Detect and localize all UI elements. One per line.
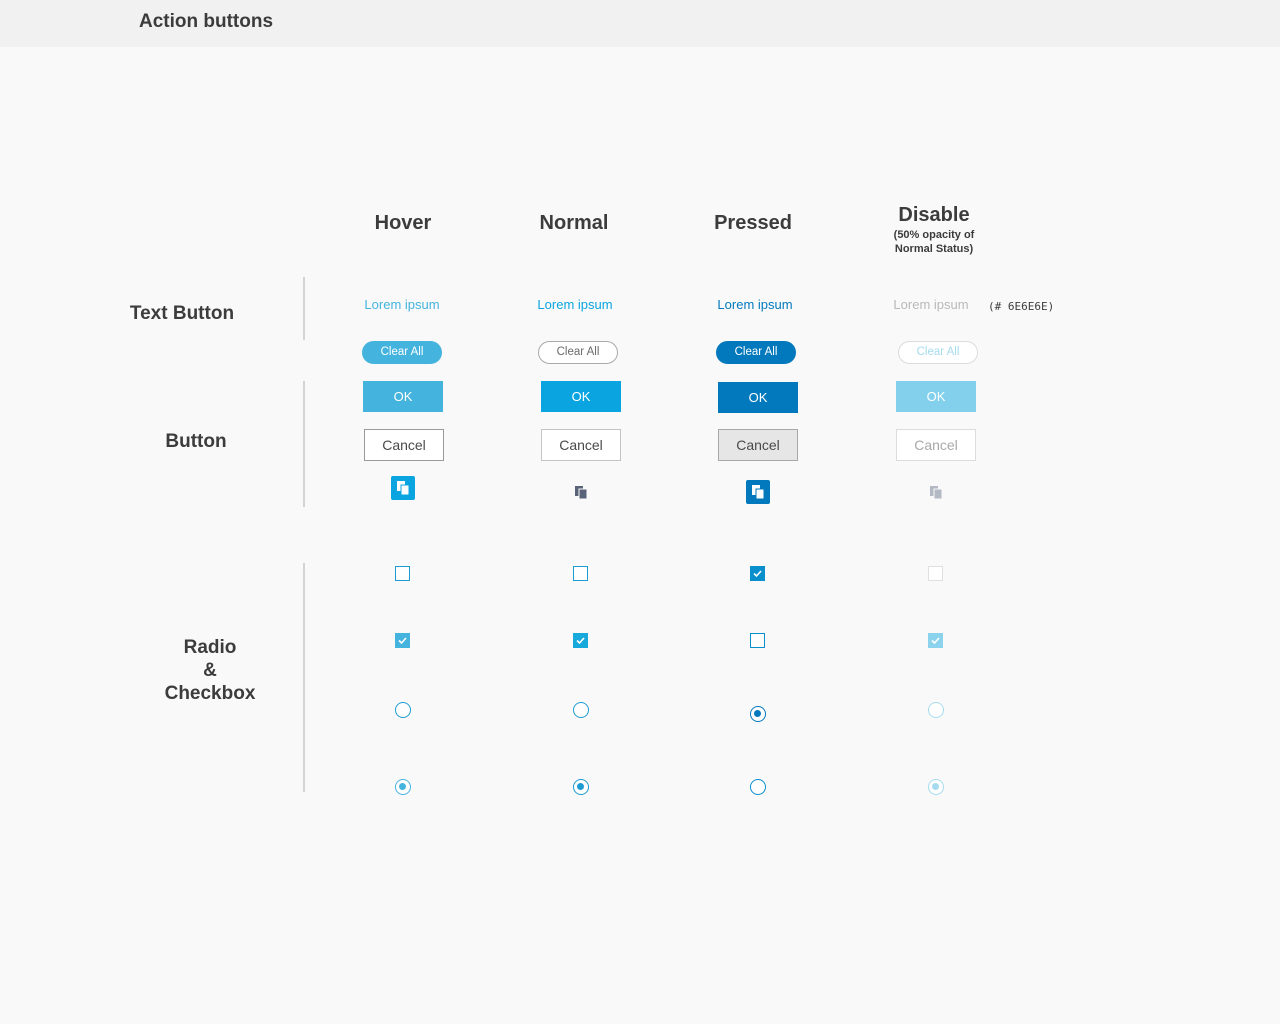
checkbox-disable-checked[interactable] <box>928 633 943 648</box>
check-icon <box>576 637 585 645</box>
radio-dot <box>754 710 761 717</box>
checkbox-pressed-checked[interactable] <box>750 566 765 581</box>
disable-note-line-1: (50% opacity of <box>893 229 975 241</box>
radio-dot <box>577 783 584 790</box>
radio-normal-unselected[interactable] <box>573 702 589 718</box>
checkbox-pressed-unchecked[interactable] <box>750 633 765 648</box>
clear-all-button-pressed[interactable]: Clear All <box>716 341 796 364</box>
copy-icon-button-normal[interactable] <box>571 482 591 502</box>
text-button-pressed[interactable]: Lorem ipsum <box>685 297 825 312</box>
ok-button-pressed[interactable]: OK <box>718 382 798 413</box>
checkbox-hover-unchecked[interactable] <box>395 566 410 581</box>
radio-disable-selected[interactable] <box>928 779 944 795</box>
column-header-normal: Normal <box>539 212 609 234</box>
radio-pressed-unselected[interactable] <box>750 779 766 795</box>
row-label-button: Button <box>165 431 227 452</box>
disable-note-line-2: Normal Status) <box>894 243 974 255</box>
row-label-ampersand: & <box>203 660 217 681</box>
disabled-color-note: (# 6E6E6E) <box>988 300 1055 313</box>
column-header-hover: Hover <box>374 212 432 234</box>
radio-disable-unselected[interactable] <box>928 702 944 718</box>
radio-checkbox-divider <box>303 563 305 792</box>
radio-dot <box>932 783 939 790</box>
check-icon <box>931 637 940 645</box>
button-divider <box>303 381 305 507</box>
ok-button-hover[interactable]: OK <box>363 381 443 412</box>
checkbox-normal-checked[interactable] <box>573 633 588 648</box>
copy-icon <box>752 485 765 500</box>
radio-pressed-selected[interactable] <box>750 706 766 722</box>
column-header-disable-note: (50% opacity of Normal Status) <box>849 228 1019 256</box>
cancel-button-normal[interactable]: Cancel <box>541 429 621 461</box>
radio-hover-unselected[interactable] <box>395 702 411 718</box>
text-button-normal[interactable]: Lorem ipsum <box>505 297 645 312</box>
text-button-disable[interactable]: Lorem ipsum <box>861 297 1001 312</box>
clear-all-button-normal[interactable]: Clear All <box>538 341 618 364</box>
check-icon <box>753 570 762 578</box>
copy-icon <box>397 481 410 496</box>
checkbox-hover-checked[interactable] <box>395 633 410 648</box>
cancel-button-pressed[interactable]: Cancel <box>718 429 798 461</box>
copy-icon-button-hover[interactable] <box>391 476 415 500</box>
radio-hover-selected[interactable] <box>395 779 411 795</box>
ok-button-disable[interactable]: OK <box>896 381 976 412</box>
row-label-radio-checkbox: Radio & Checkbox <box>150 636 270 705</box>
clear-all-button-hover[interactable]: Clear All <box>362 341 442 364</box>
radio-dot <box>399 783 406 790</box>
ok-button-normal[interactable]: OK <box>541 381 621 412</box>
checkbox-disable-unchecked[interactable] <box>928 566 943 581</box>
title-bar: Action buttons <box>0 0 1280 47</box>
copy-icon <box>930 486 943 500</box>
cancel-button-disable[interactable]: Cancel <box>896 429 976 461</box>
row-label-radio: Radio <box>183 637 237 658</box>
column-header-pressed: Pressed <box>714 212 792 234</box>
check-icon <box>398 637 407 645</box>
cancel-button-hover[interactable]: Cancel <box>364 429 444 461</box>
text-button-hover[interactable]: Lorem ipsum <box>332 297 472 312</box>
radio-normal-selected[interactable] <box>573 779 589 795</box>
copy-icon-button-disable[interactable] <box>926 482 946 502</box>
checkbox-normal-unchecked[interactable] <box>573 566 588 581</box>
row-label-text-button: Text Button <box>129 303 235 324</box>
copy-icon-button-pressed[interactable] <box>746 480 770 504</box>
row-label-checkbox: Checkbox <box>164 683 256 704</box>
page-title: Action buttons <box>139 11 274 32</box>
text-button-divider <box>303 277 305 340</box>
clear-all-button-disable[interactable]: Clear All <box>898 341 978 364</box>
copy-icon <box>575 486 588 500</box>
column-header-disable: Disable <box>898 204 970 226</box>
